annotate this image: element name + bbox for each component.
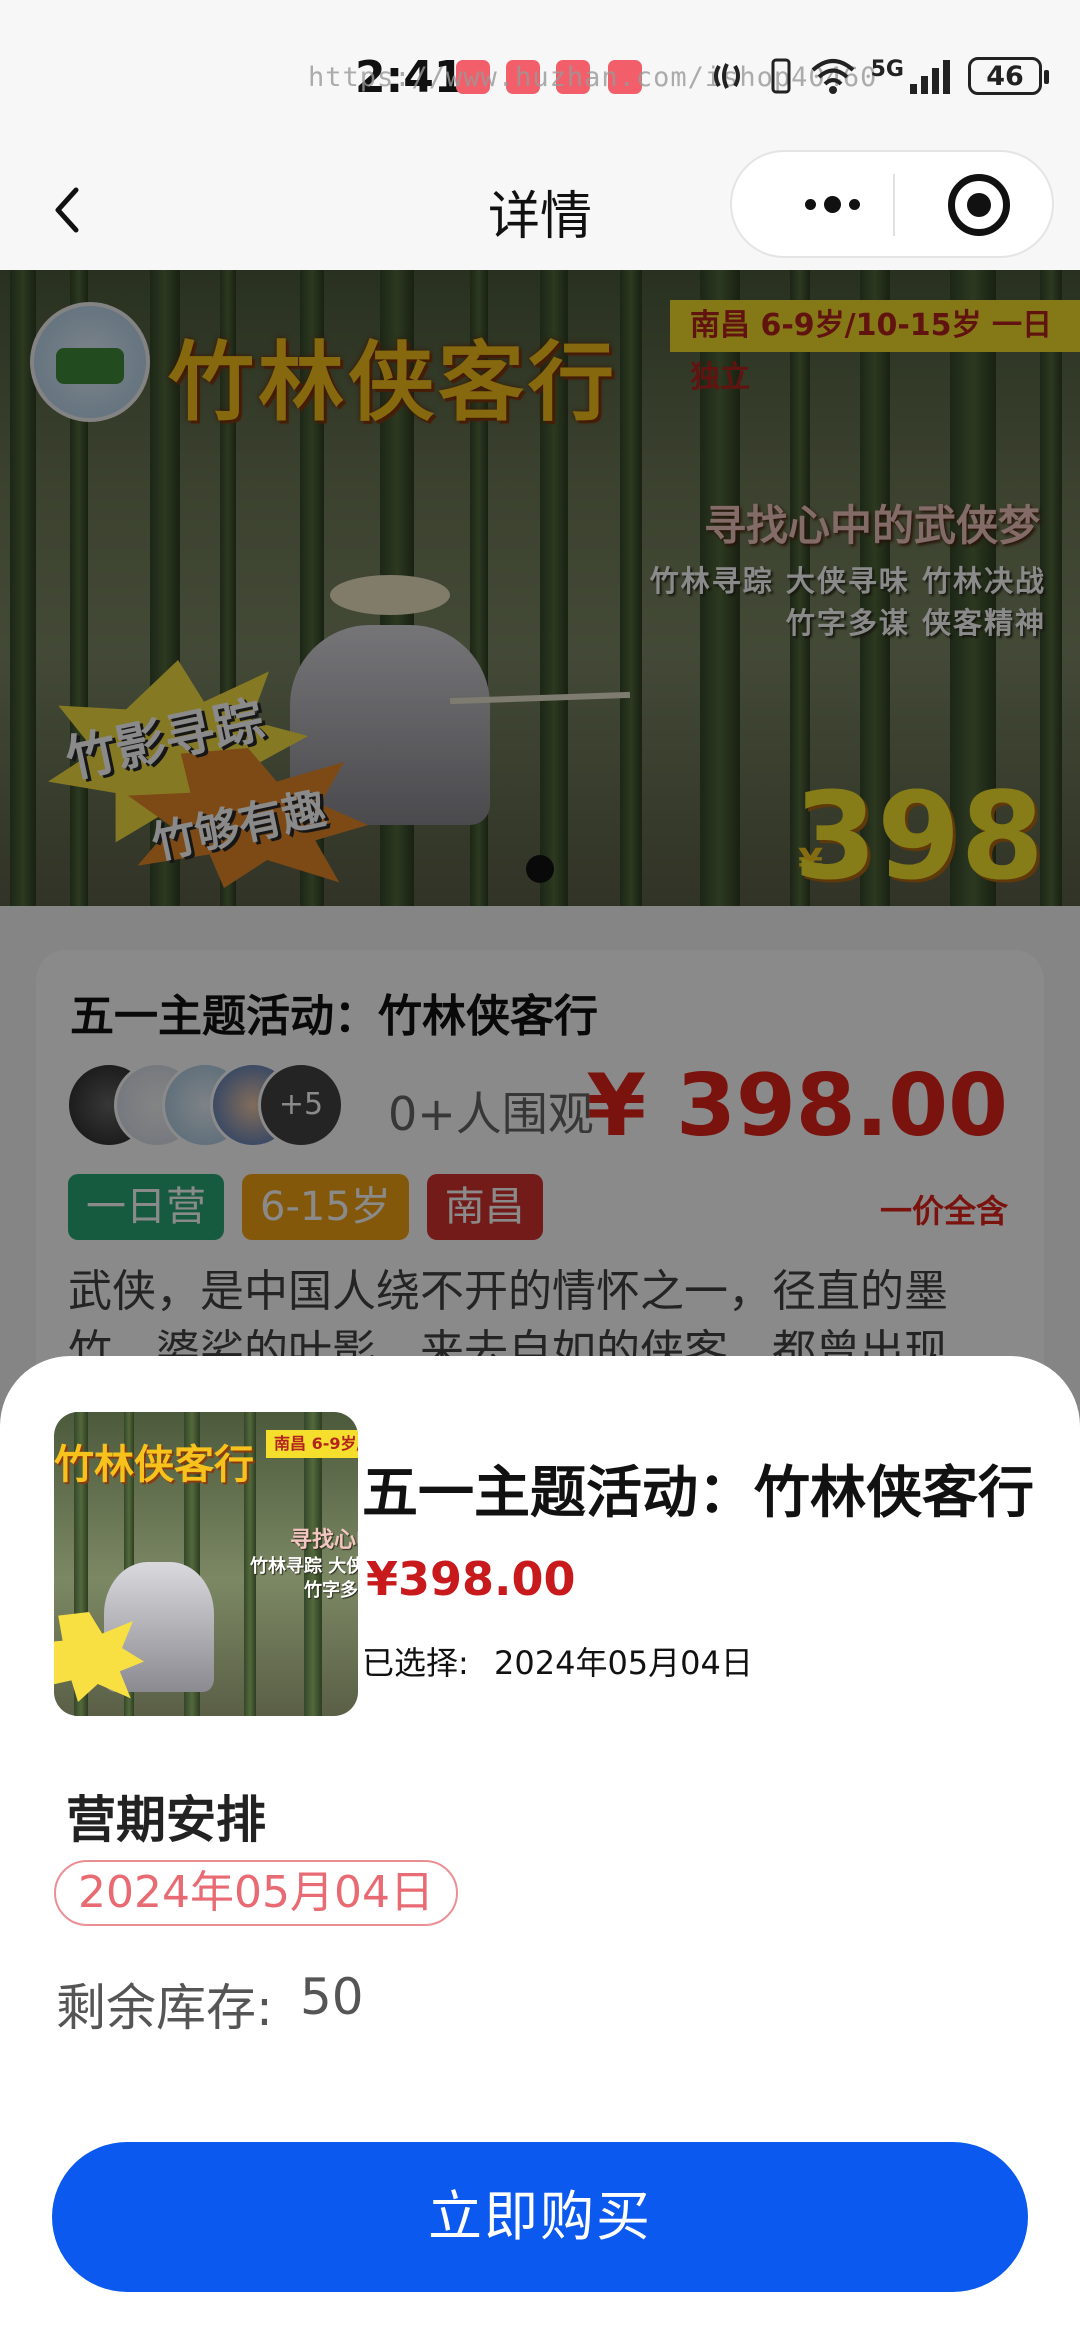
selected-label: 已选择: <box>362 1644 469 1682</box>
sheet-product-title: 五一主题活动：竹林侠客行 <box>362 1461 1034 1526</box>
mini-program-capsule <box>730 150 1054 258</box>
signal-icon <box>910 60 950 94</box>
date-option-chip[interactable]: 2024年05月04日 <box>54 1860 458 1926</box>
status-bar: 2:41 https://www.huzhan.com/ishop40460 5… <box>0 0 1080 150</box>
target-close-icon[interactable] <box>948 174 1010 236</box>
stock-value: 50 <box>300 1968 364 2026</box>
wifi-icon <box>811 59 854 94</box>
nfc-icon <box>713 63 740 89</box>
sheet-price: ¥398.00 <box>366 1552 576 1606</box>
thumbnail-tag: 南昌 6-9岁/1 <box>266 1430 358 1458</box>
status-icons: 5G 46 <box>711 56 1049 96</box>
schedule-section-title: 营期安排 <box>66 1791 266 1849</box>
capsule-divider <box>893 174 895 236</box>
network-type: 5G <box>870 56 904 82</box>
thumbnail-line: 竹林寻踪 大侠寻 <box>250 1556 358 1577</box>
battery-icon: 46 <box>968 57 1049 95</box>
nav-bar: 详情 <box>0 150 1080 270</box>
stock-label: 剩余库存: <box>56 1979 273 2037</box>
product-thumbnail: 竹林侠客行 南昌 6-9岁/1 寻找心中 竹林寻踪 大侠寻 竹字多 <box>54 1412 358 1716</box>
buy-now-button[interactable]: 立即购买 <box>52 2142 1028 2292</box>
battery-level: 46 <box>986 60 1024 92</box>
thumbnail-title: 竹林侠客行 <box>54 1441 254 1488</box>
purchase-sheet: 竹林侠客行 南昌 6-9岁/1 寻找心中 竹林寻踪 大侠寻 竹字多 五一主题活动… <box>0 1356 1080 2340</box>
vibrate-icon <box>771 58 791 94</box>
thumbnail-line: 寻找心中 <box>290 1528 358 1553</box>
more-dots-icon[interactable] <box>772 152 892 256</box>
selected-date: 2024年05月04日 <box>494 1644 753 1682</box>
thumbnail-line: 竹字多 <box>304 1580 358 1601</box>
